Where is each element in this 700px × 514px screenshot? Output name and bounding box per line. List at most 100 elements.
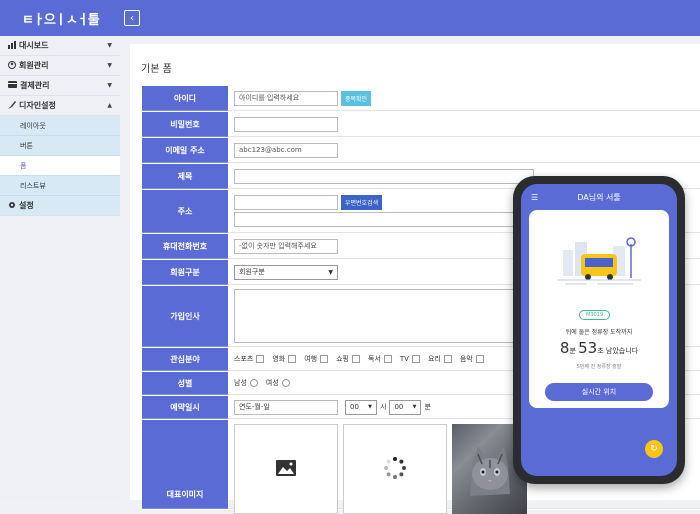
sidebar: 대시보드 ▼ 회원관리 ▼ 결제관리 ▼ 디자인설정 ▲ 레이아웃 버튼 폼 리… — [0, 36, 120, 500]
zipcode-search-button[interactable]: 우편번호검색 — [341, 195, 383, 210]
checkbox[interactable] — [352, 355, 360, 363]
interest-option[interactable]: 스포츠 — [234, 354, 265, 364]
form-label: 이메일 주소 — [142, 138, 228, 163]
bus-illustration — [557, 237, 641, 285]
sidebar-item-label: 디자인설정 — [19, 101, 56, 110]
sidebar-item-design[interactable]: 디자인설정 ▲ — [0, 96, 120, 116]
sidebar-subitem-button[interactable]: 버튼 — [0, 136, 120, 156]
caret-down-icon: ▼ — [368, 404, 372, 410]
hour-unit: 시 — [380, 403, 387, 411]
sidebar-item-dashboard[interactable]: 대시보드 ▼ — [0, 36, 120, 56]
top-bar: ㅌㅏ으ㅣㅅㅓ툴 ‹ — [0, 0, 700, 36]
select-value: 회원구분 — [239, 268, 265, 276]
brush-icon — [8, 100, 16, 111]
interest-option[interactable]: 영화 — [272, 354, 297, 364]
form-label: 주소 — [142, 190, 228, 233]
chart-icon — [8, 40, 16, 51]
gender-option[interactable]: 남성 — [234, 378, 258, 388]
form-label: 제목 — [142, 164, 228, 189]
interest-option[interactable]: 음악 — [460, 354, 484, 364]
credit-card-icon — [8, 81, 17, 90]
image-upload-box[interactable] — [234, 424, 338, 514]
arrival-caption: 뒤에 둘은 정류장 도착까지 — [565, 329, 633, 336]
address-detail-input[interactable] — [234, 212, 534, 227]
phone-title: DA님의 서툴 — [577, 193, 621, 202]
form-label: 비밀번호 — [142, 112, 228, 137]
interest-option[interactable]: 여행 — [304, 354, 329, 364]
duplicate-check-button[interactable]: 중복확인 — [341, 90, 372, 106]
sidebar-collapse-button[interactable]: ‹ — [124, 10, 140, 26]
checkbox[interactable] — [411, 355, 420, 363]
caret-down-icon: ▼ — [107, 82, 112, 89]
sidebar-subitem-layout[interactable]: 레이아웃 — [0, 116, 120, 136]
sidebar-subitem-form[interactable]: 폼 — [0, 156, 120, 176]
realtime-location-button[interactable]: 실시간 위치 — [545, 383, 653, 401]
sidebar-item-label: 회원관리 — [19, 61, 49, 70]
id-input[interactable]: 아이디를 입력하세요 — [234, 90, 338, 106]
sidebar-item-settings[interactable]: 설정 — [0, 196, 120, 216]
caret-down-icon: ▼ — [328, 268, 333, 276]
phone-input[interactable]: -없이 숫자만 입력해주세요 — [234, 238, 338, 254]
form-label: 대표이미지 — [142, 420, 228, 509]
radio-button[interactable] — [281, 379, 290, 387]
form-label: 예약일시 — [142, 396, 228, 419]
sidebar-item-members[interactable]: 회원관리 ▼ — [0, 56, 120, 76]
email-input[interactable]: abc123@abc.com — [234, 142, 338, 158]
greeting-textarea[interactable] — [234, 289, 534, 343]
minute-unit: 분 — [424, 403, 431, 411]
sidebar-item-label: 설정 — [19, 201, 34, 210]
sidebar-item-payments[interactable]: 결제관리 ▼ — [0, 76, 120, 96]
form-row-id: 아이디 아이디를 입력하세요 중복확인 — [142, 86, 700, 112]
password-input[interactable] — [234, 116, 338, 132]
checkbox[interactable] — [383, 355, 392, 363]
caret-down-icon: ▼ — [107, 62, 112, 69]
interest-option[interactable]: 요리 — [428, 354, 452, 364]
form-label: 아이디 — [142, 86, 228, 111]
radio-button[interactable] — [249, 379, 258, 387]
form-row-email: 이메일 주소 abc123@abc.com — [142, 138, 700, 164]
form-label: 회원구분 — [142, 260, 228, 285]
interest-option[interactable]: 독서 — [368, 354, 392, 364]
zipcode-input[interactable] — [234, 195, 338, 210]
checkbox[interactable] — [256, 355, 265, 363]
page-title: 기본 폼 — [141, 64, 172, 75]
sidebar-item-label: 결제관리 — [20, 81, 50, 90]
gear-icon — [8, 201, 16, 211]
bus-number-badge: M3019 — [579, 310, 611, 320]
interest-option[interactable]: TV — [400, 355, 420, 363]
form-label: 관심분야 — [142, 348, 228, 371]
form-label: 휴대전화번호 — [142, 234, 228, 259]
logo-text: ㅌㅏ으ㅣㅅㅓ툴 — [22, 12, 100, 28]
refresh-fab-button[interactable]: ↻ — [645, 440, 663, 458]
member-type-select[interactable]: 회원구분 ▼ — [234, 264, 338, 280]
logo[interactable]: ㅌㅏ으ㅣㅅㅓ툴 — [22, 6, 100, 30]
refresh-icon: ↻ — [650, 444, 658, 454]
user-circle-icon — [8, 60, 16, 71]
caret-up-icon: ▲ — [107, 102, 112, 109]
minute-select[interactable]: 00 ▼ — [389, 399, 422, 415]
remaining-time: 8분 53초 남았습니다 — [559, 339, 639, 357]
form-label: 성별 — [142, 372, 228, 395]
bus-arrival-card: M3019 뒤에 둘은 정류장 도착까지 8분 53초 남았습니다 5번째 전 … — [529, 210, 669, 408]
interest-option[interactable]: 쇼핑 — [336, 354, 360, 364]
phone-mockup: ☰ DA님의 서툴 M3019 뒤에 둘은 정류장 도착까지 8분 53초 남았… — [513, 176, 685, 484]
sidebar-item-label: 대시보드 — [19, 41, 49, 50]
image-icon — [276, 460, 296, 478]
hour-select[interactable]: 00 ▼ — [345, 399, 377, 415]
phone-screen: ☰ DA님의 서툴 M3019 뒤에 둘은 정류장 도착까지 8분 53초 남았… — [521, 184, 677, 476]
checkbox[interactable] — [475, 355, 484, 363]
date-input[interactable]: 연도-월-일 — [234, 399, 338, 415]
subject-input[interactable] — [234, 168, 534, 184]
spinner-icon — [384, 457, 406, 481]
previous-stop-status: 5번째 전 정류장 출발 — [576, 364, 622, 370]
checkbox[interactable] — [320, 355, 329, 363]
form-label: 가입인사 — [142, 286, 228, 347]
checkbox[interactable] — [443, 355, 452, 363]
checkbox[interactable] — [288, 355, 297, 363]
sidebar-subitem-listview[interactable]: 리스트뷰 — [0, 176, 120, 196]
chevron-left-icon: ‹ — [130, 12, 134, 24]
caret-down-icon: ▼ — [107, 42, 112, 49]
gender-option[interactable]: 여성 — [266, 378, 290, 388]
caret-down-icon: ▼ — [412, 404, 417, 410]
image-loading-box[interactable] — [343, 424, 447, 514]
